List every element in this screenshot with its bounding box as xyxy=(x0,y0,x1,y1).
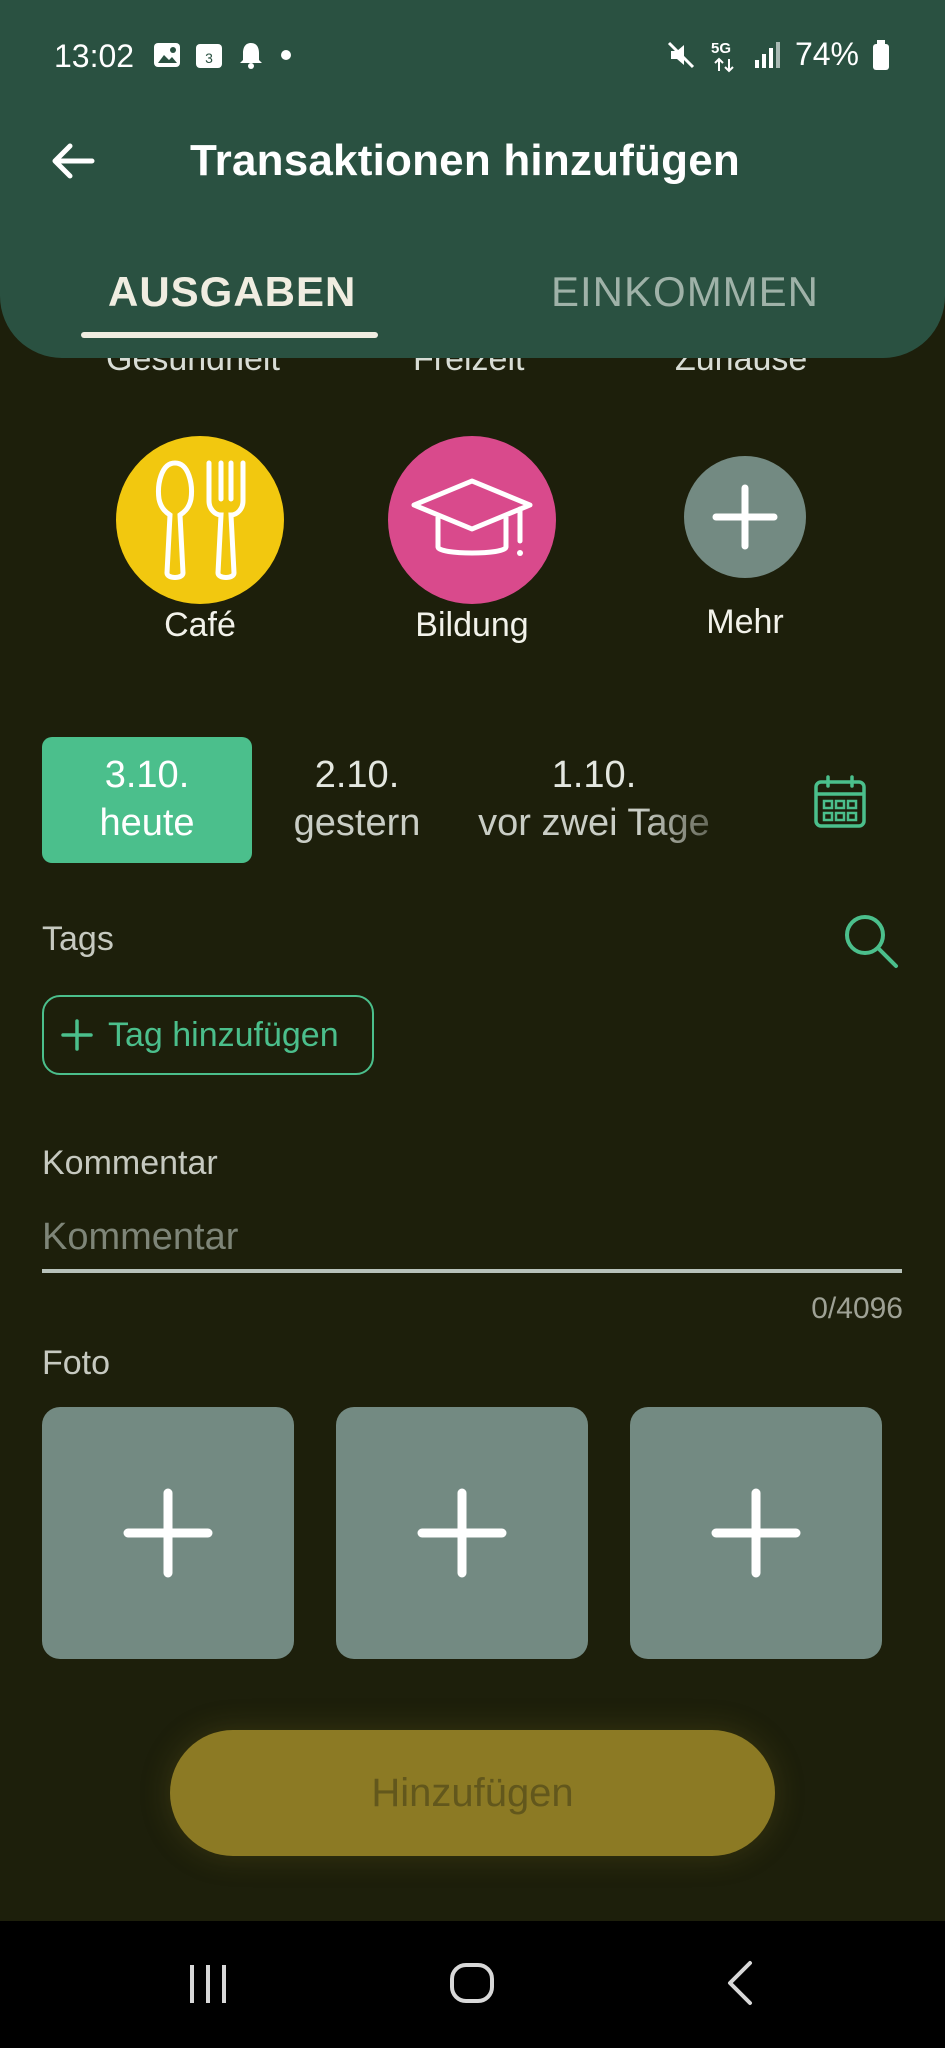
date-chip-today[interactable]: 3.10. heute xyxy=(42,737,252,863)
add-photo-button[interactable] xyxy=(336,1407,588,1659)
recent-apps-icon[interactable] xyxy=(186,1961,230,2007)
comment-char-counter: 0/4096 xyxy=(811,1292,903,1325)
system-back-icon[interactable] xyxy=(722,1959,758,2007)
date-value: 3.10. xyxy=(104,754,190,796)
utensils-icon xyxy=(156,460,246,580)
date-scroll-fade xyxy=(640,737,760,863)
plus-icon xyxy=(711,1488,801,1578)
mute-icon xyxy=(667,41,695,68)
tab-einkommen[interactable]: EINKOMMEN xyxy=(551,268,819,316)
comment-label: Kommentar xyxy=(42,1144,218,1182)
comment-input[interactable] xyxy=(42,1205,902,1273)
tab-indicator xyxy=(81,332,378,338)
system-nav-bar xyxy=(0,1921,945,2048)
add-photo-button[interactable] xyxy=(42,1407,294,1659)
add-photo-button[interactable] xyxy=(630,1407,882,1659)
status-time: 13:02 xyxy=(54,38,135,74)
page-title: Transaktionen hinzufügen xyxy=(190,136,740,185)
photo-label: Foto xyxy=(42,1344,111,1382)
date-label: gestern xyxy=(293,802,421,844)
category-bildung-button[interactable] xyxy=(388,436,556,604)
calendar-icon[interactable] xyxy=(812,774,868,830)
category-mehr-button[interactable] xyxy=(684,456,806,578)
battery-icon xyxy=(873,39,889,70)
home-icon[interactable] xyxy=(448,1959,496,2007)
svg-text:5G: 5G xyxy=(711,40,731,57)
graduation-cap-icon xyxy=(411,478,533,556)
plus-icon xyxy=(61,1019,93,1051)
date-value: 2.10. xyxy=(314,754,400,796)
calendar-notification-icon: 3 xyxy=(196,44,222,68)
dot-icon xyxy=(281,50,291,60)
app-header: 13:02 3 5G 74% Transaktionen hinzufügen … xyxy=(0,0,945,358)
plus-icon xyxy=(417,1488,507,1578)
submit-button[interactable]: Hinzufügen xyxy=(170,1730,775,1856)
add-tag-button[interactable]: Tag hinzufügen xyxy=(42,995,374,1075)
date-chip-yesterday[interactable]: 2.10. gestern xyxy=(252,737,462,863)
category-mehr-label: Mehr xyxy=(706,603,784,641)
back-arrow-icon[interactable] xyxy=(48,136,98,186)
search-icon[interactable] xyxy=(840,910,902,972)
plus-icon xyxy=(712,484,778,550)
date-label: heute xyxy=(99,802,195,844)
gallery-icon xyxy=(154,43,180,67)
bell-icon xyxy=(240,43,262,69)
5g-icon: 5G xyxy=(711,40,734,72)
category-cafe-button[interactable] xyxy=(116,436,284,604)
tags-label: Tags xyxy=(42,920,114,958)
category-cafe-label: Café xyxy=(164,606,236,644)
category-bildung-label: Bildung xyxy=(415,606,529,644)
battery-percent: 74% xyxy=(794,36,859,72)
plus-icon xyxy=(123,1488,213,1578)
signal-icon xyxy=(754,41,780,68)
add-tag-label: Tag hinzufügen xyxy=(108,1015,339,1054)
svg-text:3: 3 xyxy=(205,50,213,66)
tab-ausgaben[interactable]: AUSGABEN xyxy=(108,268,356,316)
status-bar: 13:02 3 5G 74% xyxy=(0,28,945,84)
